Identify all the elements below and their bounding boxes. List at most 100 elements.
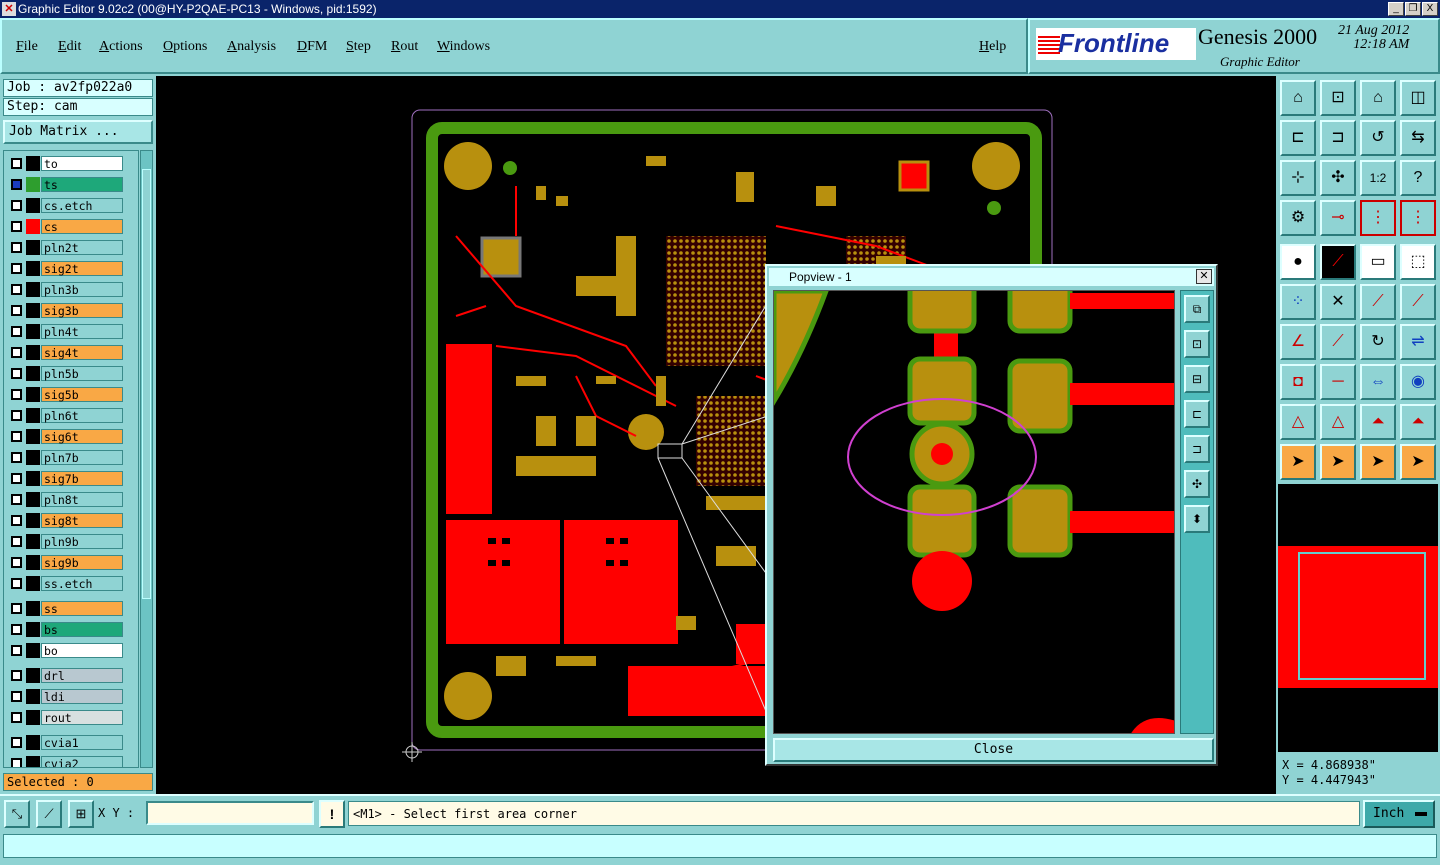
- alert-icon[interactable]: !: [319, 800, 345, 828]
- layer-row-rout[interactable]: rout: [4, 709, 138, 726]
- layer-row-sig5b[interactable]: sig5b: [4, 386, 138, 403]
- layer-name[interactable]: sig2t: [41, 261, 123, 276]
- tool-ruler-icon[interactable]: ▭: [1360, 244, 1396, 280]
- tool-arc-icon[interactable]: ↻: [1360, 324, 1396, 360]
- layer-color-swatch[interactable]: [26, 513, 40, 528]
- layer-checkbox[interactable]: [11, 473, 22, 484]
- layer-row-drl[interactable]: drl: [4, 667, 138, 684]
- layer-name[interactable]: ts: [41, 177, 123, 192]
- popview-canvas[interactable]: [773, 290, 1175, 734]
- layer-color-swatch[interactable]: [26, 198, 40, 213]
- layer-name[interactable]: bs: [41, 622, 123, 637]
- layer-name[interactable]: sig4t: [41, 345, 123, 360]
- layer-name[interactable]: rout: [41, 710, 123, 725]
- popview-tool-button[interactable]: ⊡: [1184, 330, 1210, 358]
- layer-color-swatch[interactable]: [26, 601, 40, 616]
- measure-icon[interactable]: ⟋: [36, 800, 62, 828]
- tool-angle-icon[interactable]: ∠: [1280, 324, 1316, 360]
- layer-row-sig2t[interactable]: sig2t: [4, 260, 138, 277]
- tool-left-icon[interactable]: ⊏: [1280, 120, 1316, 156]
- layer-checkbox[interactable]: [11, 691, 22, 702]
- overview-viewport[interactable]: [1298, 552, 1426, 680]
- layer-name[interactable]: pln8t: [41, 492, 123, 507]
- tool-split-icon[interactable]: ◫: [1400, 80, 1436, 116]
- zoom-window-icon[interactable]: ⤡: [4, 800, 30, 828]
- tool-shapes-icon[interactable]: ◉: [1400, 364, 1436, 400]
- layer-name[interactable]: pln4t: [41, 324, 123, 339]
- layer-color-swatch[interactable]: [26, 219, 40, 234]
- tool-triangle3-icon[interactable]: ⏶: [1360, 404, 1396, 440]
- layer-checkbox[interactable]: [11, 494, 22, 505]
- layer-name[interactable]: pln7b: [41, 450, 123, 465]
- layer-name[interactable]: sig7b: [41, 471, 123, 486]
- layer-color-swatch[interactable]: [26, 282, 40, 297]
- close-window-button[interactable]: X: [1422, 2, 1438, 16]
- layer-color-swatch[interactable]: [26, 240, 40, 255]
- layer-row-ldi[interactable]: ldi: [4, 688, 138, 705]
- layer-name[interactable]: to: [41, 156, 123, 171]
- layer-color-swatch[interactable]: [26, 643, 40, 658]
- tool-connect2-icon[interactable]: ⟋: [1400, 284, 1436, 320]
- tool-triangle4-icon[interactable]: ⏶: [1400, 404, 1436, 440]
- tool-probe-icon[interactable]: ⊸: [1320, 200, 1356, 236]
- layer-color-swatch[interactable]: [26, 261, 40, 276]
- tool-select-area-icon[interactable]: ⬚: [1400, 244, 1436, 280]
- tool-pointer-icon[interactable]: ➤: [1280, 444, 1316, 480]
- layer-color-swatch[interactable]: [26, 429, 40, 444]
- menu-dfm[interactable]: DFM: [297, 39, 327, 55]
- layer-row-cs.etch[interactable]: cs.etch: [4, 197, 138, 214]
- layer-checkbox[interactable]: [11, 645, 22, 656]
- units-select[interactable]: Inch: [1363, 800, 1435, 828]
- tool-help-icon[interactable]: ?: [1400, 160, 1436, 196]
- layer-name[interactable]: ldi: [41, 689, 123, 704]
- layer-name[interactable]: ss: [41, 601, 123, 616]
- layer-color-swatch[interactable]: [26, 408, 40, 423]
- tool-undo-icon[interactable]: ↺: [1360, 120, 1396, 156]
- layer-row-sig9b[interactable]: sig9b: [4, 554, 138, 571]
- minimize-button[interactable]: _: [1388, 2, 1404, 16]
- layer-name[interactable]: sig8t: [41, 513, 123, 528]
- popview-tool-button[interactable]: ⊐: [1184, 435, 1210, 463]
- layer-row-sig3b[interactable]: sig3b: [4, 302, 138, 319]
- layer-row-ss.etch[interactable]: ss.etch: [4, 575, 138, 592]
- layer-checkbox[interactable]: [11, 670, 22, 681]
- menu-file[interactable]: File: [16, 39, 38, 55]
- layer-name[interactable]: sig3b: [41, 303, 123, 318]
- layer-color-swatch[interactable]: [26, 450, 40, 465]
- tool-right-icon[interactable]: ⊐: [1320, 120, 1356, 156]
- tool-pointer-box2-icon[interactable]: ➤: [1360, 444, 1396, 480]
- overview-map[interactable]: [1278, 484, 1438, 752]
- layer-checkbox[interactable]: [11, 389, 22, 400]
- layer-name[interactable]: cvia2: [41, 756, 123, 767]
- layer-color-swatch[interactable]: [26, 345, 40, 360]
- tool-pointer-box-icon[interactable]: ➤: [1320, 444, 1356, 480]
- layer-name[interactable]: pln5b: [41, 366, 123, 381]
- menu-rout[interactable]: Rout: [391, 39, 418, 55]
- tool-nets2-icon[interactable]: ⋮: [1400, 200, 1436, 236]
- menu-step[interactable]: Step: [346, 39, 371, 55]
- layer-checkbox[interactable]: [11, 200, 22, 211]
- layer-checkbox[interactable]: [11, 431, 22, 442]
- layer-name[interactable]: pln3b: [41, 282, 123, 297]
- layer-name[interactable]: sig6t: [41, 429, 123, 444]
- layer-color-swatch[interactable]: [26, 471, 40, 486]
- layer-color-swatch[interactable]: [26, 555, 40, 570]
- app-icon[interactable]: ✕: [2, 2, 16, 16]
- layer-name[interactable]: cvia1: [41, 735, 123, 750]
- layer-checkbox[interactable]: [11, 179, 22, 190]
- menu-windows[interactable]: Windows: [437, 39, 490, 55]
- menu-actions[interactable]: Actions: [99, 39, 143, 55]
- layer-color-swatch[interactable]: [26, 735, 40, 750]
- layer-row-cvia2[interactable]: cvia2: [4, 755, 138, 767]
- layer-color-swatch[interactable]: [26, 689, 40, 704]
- layer-name[interactable]: sig5b: [41, 387, 123, 402]
- menu-options[interactable]: Options: [163, 39, 207, 55]
- tool-home-icon[interactable]: ⌂: [1280, 80, 1316, 116]
- layer-name[interactable]: cs.etch: [41, 198, 123, 213]
- popview-close-icon[interactable]: ✕: [1196, 269, 1212, 284]
- layer-checkbox[interactable]: [11, 347, 22, 358]
- tool-pad-icon[interactable]: ◘: [1280, 364, 1316, 400]
- layer-row-pln9b[interactable]: pln9b: [4, 533, 138, 550]
- layer-color-swatch[interactable]: [26, 387, 40, 402]
- layer-checkbox[interactable]: [11, 263, 22, 274]
